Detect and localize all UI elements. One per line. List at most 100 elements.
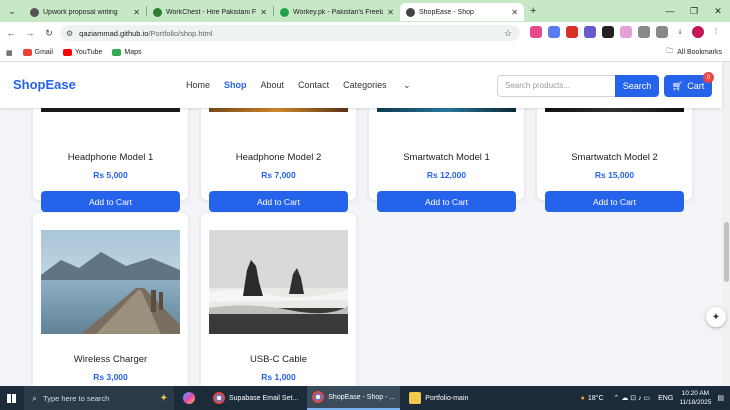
folder-icon bbox=[409, 392, 422, 404]
extensions-area: ⤓ ⋮ bbox=[530, 26, 722, 38]
new-tab-icon[interactable]: + bbox=[530, 5, 536, 17]
search-highlight-icon: ✦ bbox=[159, 392, 168, 404]
clock[interactable]: 10:20 AM 11/18/2025 bbox=[679, 389, 711, 407]
search-icon: ⌕ bbox=[32, 392, 38, 403]
product-image-sea-stacks bbox=[209, 230, 348, 334]
sparkle-assist-icon[interactable]: ✦ bbox=[706, 307, 726, 327]
maximize-icon[interactable]: ❐ bbox=[682, 0, 706, 22]
windows-start-icon[interactable] bbox=[0, 386, 22, 410]
page-viewport: Headphone Model 1 Rs 5,000 Add to Cart H… bbox=[0, 62, 730, 386]
address-toolbar: ← → ↻ ⚙ qaziammad.github.io/Portfolio/sh… bbox=[0, 22, 730, 44]
page-scrollbar[interactable] bbox=[722, 62, 730, 386]
youtube-icon bbox=[62, 49, 72, 56]
tab-favicon-icon bbox=[406, 7, 415, 17]
product-image-pier bbox=[41, 230, 180, 334]
tab-search-icon[interactable]: ⌄ bbox=[4, 3, 20, 19]
taskbar-app-active[interactable]: ShopEase - Shop - ... bbox=[307, 386, 401, 410]
close-tab-icon[interactable]: ✕ bbox=[387, 8, 394, 17]
site-navbar: ShopEase Home Shop About Contact Categor… bbox=[0, 62, 722, 108]
browser-tab[interactable]: Upwork proposal writing ✕ bbox=[24, 3, 146, 21]
product-name: Smartwatch Model 1 bbox=[403, 152, 490, 163]
minimize-icon[interactable]: — bbox=[658, 0, 682, 22]
nav-shop[interactable]: Shop bbox=[224, 80, 247, 91]
site-logo[interactable]: ShopEase bbox=[13, 77, 76, 92]
extension-icon[interactable] bbox=[530, 26, 542, 38]
product-price: Rs 12,000 bbox=[426, 170, 467, 180]
bookmark-gmail[interactable]: Gmail bbox=[22, 49, 53, 56]
tab-favicon-icon bbox=[153, 7, 162, 17]
temperature[interactable]: 18°C bbox=[588, 395, 604, 402]
notifications-icon[interactable]: ▤ bbox=[717, 394, 724, 402]
sidebar-icon[interactable] bbox=[656, 26, 668, 38]
url-host: qaziammad.github.io bbox=[79, 28, 149, 38]
menu-kebab-icon[interactable]: ⋮ bbox=[710, 26, 722, 38]
browser-tab-active[interactable]: ShopEase - Shop ✕ bbox=[400, 3, 524, 21]
close-tab-icon[interactable]: ✕ bbox=[260, 8, 267, 17]
avatar[interactable] bbox=[692, 26, 704, 38]
browser-tab[interactable]: WorkChest - Hire Pakistani Free ✕ bbox=[147, 3, 273, 21]
reload-icon[interactable]: ↻ bbox=[41, 28, 57, 39]
taskbar-search-input[interactable]: ⌕ Type here to search ✦ bbox=[24, 386, 174, 410]
forward-icon[interactable]: → bbox=[22, 28, 38, 38]
add-to-cart-button[interactable]: Add to Cart bbox=[545, 191, 684, 212]
product-price: Rs 1,000 bbox=[261, 372, 296, 382]
browser-tab-bar: ⌄ Upwork proposal writing ✕ WorkChest - … bbox=[0, 0, 730, 22]
site-nav-links: Home Shop About Contact Categories ⌄ bbox=[186, 80, 439, 91]
chevron-down-icon: ⌄ bbox=[403, 80, 411, 90]
bookmark-star-icon[interactable]: ☆ bbox=[504, 28, 512, 39]
bookmarks-bar: ▦ Gmail YouTube Maps 🗀 All Bookmarks bbox=[0, 44, 730, 62]
folder-icon: 🗀 bbox=[666, 48, 674, 55]
nav-home[interactable]: Home bbox=[186, 80, 210, 91]
copilot-icon bbox=[183, 392, 195, 404]
nav-categories[interactable]: Categories ⌄ bbox=[343, 80, 425, 91]
close-tab-icon[interactable]: ✕ bbox=[511, 8, 518, 17]
search-button[interactable]: Search bbox=[615, 75, 659, 97]
product-price: Rs 3,000 bbox=[93, 372, 128, 382]
extension-icon[interactable] bbox=[620, 26, 632, 38]
gmail-icon bbox=[22, 49, 32, 56]
weather-icon[interactable]: ● bbox=[581, 395, 585, 402]
scrollbar-thumb[interactable] bbox=[724, 222, 729, 282]
browser-tab[interactable]: Workey.pk - Pakistan's Freelan ✕ bbox=[274, 3, 400, 21]
all-bookmarks-button[interactable]: 🗀 All Bookmarks bbox=[666, 47, 722, 58]
download-icon[interactable]: ⤓ bbox=[674, 26, 686, 38]
add-to-cart-button[interactable]: Add to Cart bbox=[41, 191, 180, 212]
tab-favicon-icon bbox=[280, 7, 289, 17]
extension-icon[interactable] bbox=[548, 26, 560, 38]
chrome-icon bbox=[312, 391, 325, 403]
add-to-cart-button[interactable]: Add to Cart bbox=[209, 191, 348, 212]
tray-icons[interactable]: ⌃ ☁ ⊡ ♪ ▭ bbox=[614, 394, 651, 402]
os-taskbar: ⌕ Type here to search ✦ Supabase Email S… bbox=[0, 386, 730, 410]
product-card: Wireless Charger Rs 3,000 bbox=[33, 213, 188, 386]
taskbar-app[interactable]: Portfolio-main bbox=[404, 386, 473, 410]
nav-about[interactable]: About bbox=[261, 80, 285, 91]
extension-icon[interactable] bbox=[602, 26, 614, 38]
cart-icon: 🛒︎ bbox=[671, 80, 684, 91]
extension-icon[interactable] bbox=[566, 26, 578, 38]
product-name: Headphone Model 2 bbox=[235, 152, 322, 163]
close-window-icon[interactable]: ✕ bbox=[706, 0, 730, 22]
nav-contact[interactable]: Contact bbox=[298, 80, 329, 91]
tab-favicon-icon bbox=[30, 7, 39, 17]
search-input[interactable]: Search products... bbox=[497, 75, 615, 97]
product-name: Wireless Charger bbox=[73, 354, 148, 365]
product-name: Headphone Model 1 bbox=[67, 152, 154, 163]
cart-count-badge: 0 bbox=[703, 72, 714, 83]
bookmark-maps[interactable]: Maps bbox=[112, 49, 142, 56]
puzzle-icon[interactable] bbox=[638, 26, 650, 38]
system-tray: ● 18°C ⌃ ☁ ⊡ ♪ ▭ ENG 10:20 AM 11/18/2025… bbox=[581, 386, 730, 410]
site-info-icon[interactable]: ⚙ bbox=[66, 29, 73, 38]
language-indicator[interactable]: ENG bbox=[658, 395, 673, 402]
apps-grid-icon[interactable]: ▦ bbox=[6, 49, 13, 57]
chrome-icon bbox=[213, 392, 225, 404]
product-name: Smartwatch Model 2 bbox=[571, 152, 658, 163]
add-to-cart-button[interactable]: Add to Cart bbox=[377, 191, 516, 212]
taskbar-app-copilot[interactable] bbox=[178, 386, 204, 410]
product-card: USB-C Cable Rs 1,000 bbox=[201, 213, 356, 386]
url-input[interactable]: ⚙ qaziammad.github.io/Portfolio/shop.htm… bbox=[60, 25, 520, 41]
close-tab-icon[interactable]: ✕ bbox=[133, 8, 140, 17]
extension-icon[interactable] bbox=[584, 26, 596, 38]
taskbar-app[interactable]: Supabase Email Set... bbox=[208, 386, 303, 410]
back-icon[interactable]: ← bbox=[3, 28, 19, 38]
bookmark-youtube[interactable]: YouTube bbox=[62, 49, 102, 56]
